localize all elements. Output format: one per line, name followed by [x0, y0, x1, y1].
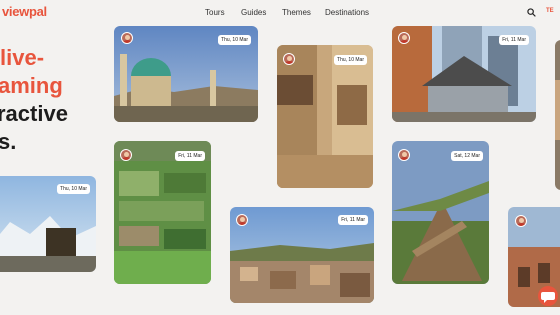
alley-image — [277, 45, 373, 188]
date-badge: Fri, 11 Mar — [338, 215, 368, 225]
nav-tours[interactable]: Tours — [205, 8, 225, 17]
tour-card-town[interactable]: Fri, 11 Mar — [230, 207, 374, 303]
guide-avatar[interactable] — [283, 53, 295, 65]
guide-avatar[interactable] — [398, 149, 410, 161]
date-badge: Thu, 10 Mar — [218, 35, 251, 45]
hero-line-4: s. — [0, 129, 17, 154]
tour-card-station[interactable]: Fri, 11 Mar — [392, 26, 536, 122]
nav-guides[interactable]: Guides — [241, 8, 266, 17]
tour-card-partial-right-top[interactable] — [555, 40, 560, 190]
guide-avatar[interactable] — [120, 149, 132, 161]
gardens-image — [114, 141, 211, 284]
tour-card-gardens[interactable]: Fri, 11 Mar — [114, 141, 211, 284]
date-badge: Thu, 10 Mar — [57, 184, 90, 194]
guide-avatar[interactable] — [515, 215, 527, 227]
hero-line-3: ractive — [0, 101, 68, 126]
guide-avatar[interactable] — [121, 32, 133, 44]
nav-destinations[interactable]: Destinations — [325, 8, 369, 17]
language-switch[interactable]: TE — [546, 8, 554, 14]
logo[interactable]: viewpal — [2, 4, 47, 19]
chat-icon — [541, 292, 555, 303]
guide-avatar[interactable] — [398, 32, 410, 44]
guide-avatar[interactable] — [236, 214, 248, 226]
tour-card-alps[interactable]: Thu, 10 Mar — [0, 176, 96, 272]
date-badge: Fri, 11 Mar — [175, 151, 205, 161]
search-icon[interactable] — [527, 8, 536, 17]
nav-themes[interactable]: Themes — [282, 8, 311, 17]
hero-line-1: live- — [0, 45, 45, 70]
tour-card-mosque[interactable]: Thu, 10 Mar — [114, 26, 258, 122]
date-badge: Sat, 12 Mar — [451, 151, 483, 161]
tour-card-palm[interactable]: Sat, 12 Mar — [392, 141, 489, 284]
palm-image — [392, 141, 489, 284]
date-badge: Thu, 10 Mar — [334, 55, 367, 65]
header: viewpal Tours Guides Themes Destinations… — [0, 0, 560, 26]
partial-image — [555, 40, 560, 190]
tour-card-alley[interactable]: Thu, 10 Mar — [277, 45, 373, 188]
date-badge: Fri, 11 Mar — [499, 35, 529, 45]
chat-button[interactable] — [538, 286, 558, 306]
hero-line-2: aming — [0, 73, 63, 98]
